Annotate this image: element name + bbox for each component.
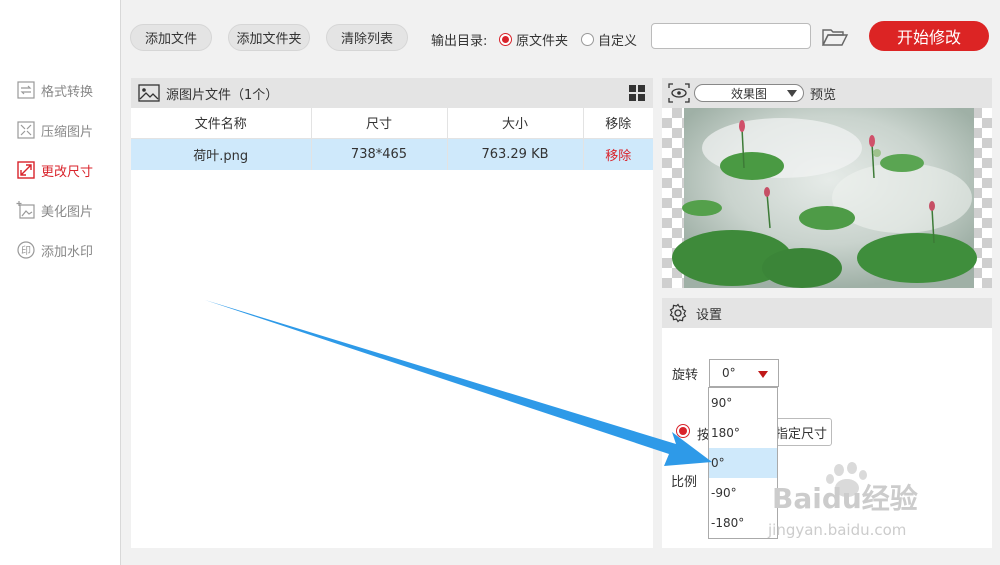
folder-open-icon[interactable] <box>821 26 849 48</box>
dimensions-cell: 738*465 <box>311 138 448 170</box>
settings-title: 设置 <box>696 307 723 323</box>
add-file-button[interactable]: 添加文件 <box>130 24 212 51</box>
start-modify-button[interactable]: 开始修改 <box>869 21 989 51</box>
chevron-down-icon <box>787 90 797 97</box>
baidu-watermark: Baidu经验 jingyan.baidu.com <box>764 462 984 542</box>
rotate-select-value: 0° <box>722 366 736 380</box>
beautify-icon <box>16 201 35 219</box>
radio-custom-folder[interactable]: 自定义 <box>581 30 637 49</box>
sidebar-item-resize[interactable]: 更改尺寸 <box>16 159 93 181</box>
rotate-label: 旋转 <box>672 368 699 383</box>
resize-icon <box>17 161 35 179</box>
format-convert-icon <box>17 81 35 99</box>
preview-mode-value: 效果图 <box>730 86 767 101</box>
file-panel-title: 源图片文件（1个） <box>166 87 279 103</box>
image-icon <box>138 84 160 102</box>
dropdown-option[interactable]: 180° <box>709 418 777 448</box>
rotate-select[interactable]: 0° <box>709 359 779 387</box>
sidebar-item-watermark[interactable]: 印 添加水印 <box>16 239 93 261</box>
radio-label: 原文件夹 <box>516 34 569 49</box>
preview-mode-select[interactable]: 效果图 <box>694 84 804 102</box>
toolbar: 添加文件 添加文件夹 清除列表 输出目录: 原文件夹 自定义 开始修改 <box>121 0 1000 68</box>
remove-link[interactable]: 移除 <box>583 138 653 170</box>
gear-icon <box>669 303 687 323</box>
radio-label: 自定义 <box>598 34 638 49</box>
preview-panel: 效果图 预览 <box>662 78 992 288</box>
preview-image <box>662 108 992 288</box>
grid-view-icon[interactable] <box>629 85 645 101</box>
watermark-brand: Baidu经验 <box>772 482 918 515</box>
add-folder-button[interactable]: 添加文件夹 <box>228 24 310 51</box>
column-header[interactable]: 大小 <box>447 108 584 139</box>
file-list-panel: 源图片文件（1个） 文件名称 尺寸 大小 移除 荷叶.png 738*465 7… <box>131 78 653 548</box>
file-name-cell: 荷叶.png <box>131 138 312 170</box>
compress-icon <box>17 121 35 139</box>
column-header[interactable]: 尺寸 <box>311 108 448 139</box>
file-table: 文件名称 尺寸 大小 移除 荷叶.png 738*465 763.29 KB 移… <box>131 108 653 170</box>
table-row[interactable]: 荷叶.png 738*465 763.29 KB 移除 <box>131 138 653 170</box>
sidebar-item-label: 美化图片 <box>41 204 94 220</box>
watermark-url: jingyan.baidu.com <box>767 521 906 539</box>
sidebar-item-label: 更改尺寸 <box>41 164 94 180</box>
preview-label: 预览 <box>810 87 837 103</box>
sidebar-item-format-convert[interactable]: 格式转换 <box>16 79 93 101</box>
radio-resize-mode-checked[interactable] <box>676 424 690 438</box>
lotus-picture <box>672 108 977 288</box>
specify-size-button[interactable]: 指定尺寸 <box>774 418 832 446</box>
sidebar-item-label: 格式转换 <box>41 84 94 100</box>
watermark-stamp-icon: 印 <box>17 241 35 259</box>
ratio-label: 比例 <box>671 475 698 490</box>
column-header[interactable]: 移除 <box>583 108 653 139</box>
baidu-paw-logo: Baidu经验 jingyan.baidu.com <box>767 462 918 539</box>
sidebar-item-label: 添加水印 <box>41 244 94 260</box>
output-path-input[interactable] <box>651 23 811 49</box>
preview-header: 效果图 预览 <box>662 78 992 108</box>
svg-text:印: 印 <box>21 245 31 257</box>
eye-icon <box>668 83 690 103</box>
sidebar-item-label: 压缩图片 <box>41 124 94 140</box>
output-directory-label: 输出目录: <box>431 34 488 49</box>
settings-header: 设置 <box>662 298 992 328</box>
sidebar: 格式转换 压缩图片 更改尺寸 美化图片 印 添加水印 <box>0 0 121 565</box>
clear-list-button[interactable]: 清除列表 <box>326 24 408 51</box>
sidebar-item-compress[interactable]: 压缩图片 <box>16 119 93 141</box>
dropdown-option[interactable]: 90° <box>709 388 777 418</box>
sidebar-item-beautify[interactable]: 美化图片 <box>16 199 93 221</box>
radio-circle-checked <box>499 33 512 46</box>
file-panel-header: 源图片文件（1个） <box>131 78 653 108</box>
table-header-row: 文件名称 尺寸 大小 移除 <box>131 108 653 139</box>
radio-original-folder[interactable]: 原文件夹 <box>499 30 568 49</box>
column-header[interactable]: 文件名称 <box>131 108 312 139</box>
chevron-down-icon <box>758 371 768 378</box>
file-size-cell: 763.29 KB <box>447 138 584 170</box>
radio-circle-unchecked <box>581 33 594 46</box>
